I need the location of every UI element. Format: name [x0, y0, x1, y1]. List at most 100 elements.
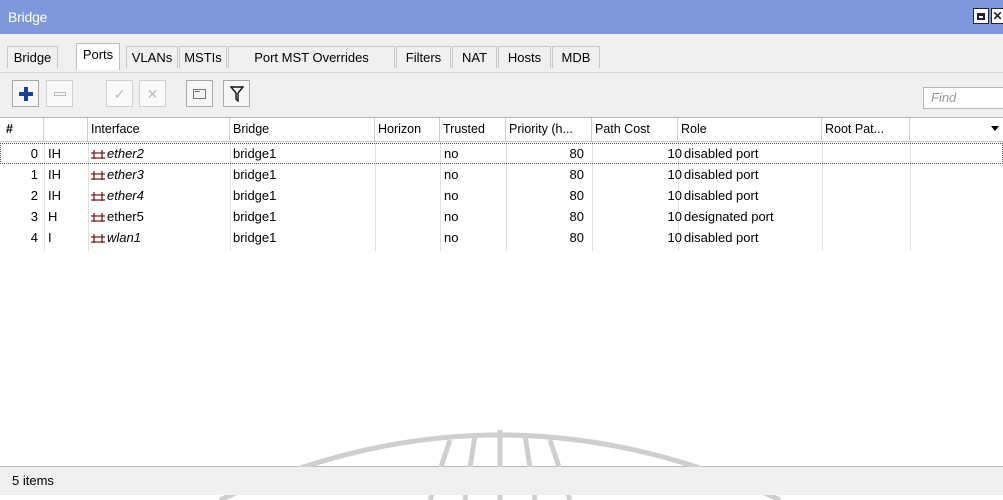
- cell-priority: 80: [569, 209, 584, 224]
- check-icon: ✓: [113, 85, 126, 102]
- cell-role: disabled port: [684, 230, 759, 245]
- status-bar: 5 items: [0, 467, 1003, 495]
- cell-priority: 80: [569, 167, 584, 182]
- cell-interface: ether2: [90, 143, 230, 164]
- toolbar: ✓ ✕ Find: [0, 72, 1003, 117]
- cell-bridge: bridge1: [233, 167, 277, 182]
- cell-priority: 80: [569, 230, 584, 245]
- col-number[interactable]: #: [0, 118, 44, 141]
- cell-interface: ether5: [90, 206, 230, 227]
- cell-priority: 80: [569, 146, 584, 161]
- bridge-port-icon: [91, 171, 105, 181]
- maximize-button[interactable]: [973, 8, 989, 24]
- col-bridge[interactable]: Bridge: [230, 118, 375, 141]
- col-trusted[interactable]: Trusted: [440, 118, 506, 141]
- col-extra[interactable]: [910, 118, 1003, 141]
- cell-horizon: [378, 227, 438, 248]
- cell-num: 4: [30, 230, 38, 245]
- tab-vlans[interactable]: VLANs: [126, 46, 178, 68]
- cell-role: disabled port: [684, 188, 759, 203]
- interface-name: ether3: [107, 167, 144, 182]
- x-icon: ✕: [146, 85, 159, 102]
- cell-root-path: [825, 227, 909, 248]
- cell-bridge: bridge1: [233, 188, 277, 203]
- cell-flags: H: [48, 209, 58, 224]
- comment-icon: [193, 88, 206, 99]
- cell-root-path: [825, 185, 909, 206]
- cell-bridge: bridge1: [233, 146, 277, 161]
- minus-icon: [53, 91, 66, 96]
- cell-num: 1: [30, 167, 38, 182]
- chevron-down-icon[interactable]: [991, 126, 999, 131]
- table-row[interactable]: 1 IH ether3 bridge1 no 80 10 disabled port: [0, 164, 1003, 185]
- cell-horizon: [378, 206, 438, 227]
- col-horizon[interactable]: Horizon: [375, 118, 440, 141]
- cell-trusted: no: [444, 188, 459, 203]
- interface-name: ether4: [107, 188, 144, 203]
- bridge-port-icon: [91, 150, 105, 160]
- plus-icon: [18, 86, 33, 101]
- col-interface[interactable]: Interface: [88, 118, 230, 141]
- cell-horizon: [378, 185, 438, 206]
- remove-button[interactable]: [46, 80, 73, 107]
- filter-button[interactable]: [223, 80, 250, 107]
- tab-ports[interactable]: Ports: [76, 43, 120, 70]
- cell-interface: ether3: [90, 164, 230, 185]
- cell-path-cost: 10: [667, 167, 682, 182]
- cell-bridge: bridge1: [233, 230, 277, 245]
- cell-bridge: bridge1: [233, 209, 277, 224]
- col-role[interactable]: Role: [678, 118, 822, 141]
- cell-horizon: [378, 164, 438, 185]
- cell-root-path: [825, 143, 909, 164]
- bridge-port-icon: [91, 234, 105, 244]
- interface-name: wlan1: [107, 230, 141, 245]
- ports-table: # Interface Bridge Horizon Trusted Prior…: [0, 117, 1003, 467]
- add-button[interactable]: [12, 80, 39, 107]
- tab-port-mst-overrides[interactable]: Port MST Overrides: [228, 46, 395, 68]
- cell-path-cost: 10: [667, 188, 682, 203]
- cell-num: 2: [30, 188, 38, 203]
- cell-num: 0: [30, 146, 38, 161]
- cell-priority: 80: [569, 188, 584, 203]
- cell-trusted: no: [444, 209, 459, 224]
- find-input[interactable]: Find: [923, 87, 1003, 109]
- tab-bridge[interactable]: Bridge: [7, 46, 58, 68]
- tab-filters[interactable]: Filters: [396, 46, 451, 68]
- item-count: 5 items: [12, 473, 54, 488]
- cell-flags: I: [48, 230, 52, 245]
- cell-path-cost: 10: [667, 146, 682, 161]
- cell-root-path: [825, 206, 909, 227]
- table-row[interactable]: 0 IH ether2 bridge1 no 80 10 disabled port: [0, 143, 1003, 164]
- cell-trusted: no: [444, 167, 459, 182]
- table-row[interactable]: 2 IH ether4 bridge1 no 80 10 disabled port: [0, 185, 1003, 206]
- window-title: Bridge: [8, 9, 48, 25]
- cell-flags: IH: [48, 188, 61, 203]
- tab-mdb[interactable]: MDB: [552, 46, 600, 68]
- col-root-path-cost[interactable]: Root Pat...: [822, 118, 910, 141]
- table-header: # Interface Bridge Horizon Trusted Prior…: [0, 118, 1003, 142]
- cell-role: disabled port: [684, 146, 759, 161]
- table-row[interactable]: 4 Iwlan1 bridge1 no 80 10 disabled port: [0, 227, 1003, 248]
- cell-interface: ether4: [90, 185, 230, 206]
- col-path-cost[interactable]: Path Cost: [592, 118, 678, 141]
- col-priority[interactable]: Priority (h...: [506, 118, 592, 141]
- enable-button[interactable]: ✓: [106, 80, 133, 107]
- tab-bar: Bridge Ports VLANs MSTIs Port MST Overri…: [0, 34, 1003, 72]
- comment-button[interactable]: [186, 80, 213, 107]
- tab-mstis[interactable]: MSTIs: [179, 46, 227, 68]
- cell-interface: wlan1: [90, 227, 230, 248]
- cell-path-cost: 10: [667, 209, 682, 224]
- table-row[interactable]: 3 Hether5 bridge1 no 80 10 designated port: [0, 206, 1003, 227]
- cell-role: designated port: [684, 209, 774, 224]
- interface-name: ether2: [107, 146, 144, 161]
- disable-button[interactable]: ✕: [139, 80, 166, 107]
- window-title-bar[interactable]: Bridge ✕: [0, 0, 1003, 34]
- cell-trusted: no: [444, 146, 459, 161]
- cell-role: disabled port: [684, 167, 759, 182]
- cell-root-path: [825, 164, 909, 185]
- cell-trusted: no: [444, 230, 459, 245]
- tab-hosts[interactable]: Hosts: [498, 46, 551, 68]
- tab-nat[interactable]: NAT: [452, 46, 497, 68]
- col-flags[interactable]: [44, 118, 88, 141]
- close-button[interactable]: ✕: [991, 8, 1003, 24]
